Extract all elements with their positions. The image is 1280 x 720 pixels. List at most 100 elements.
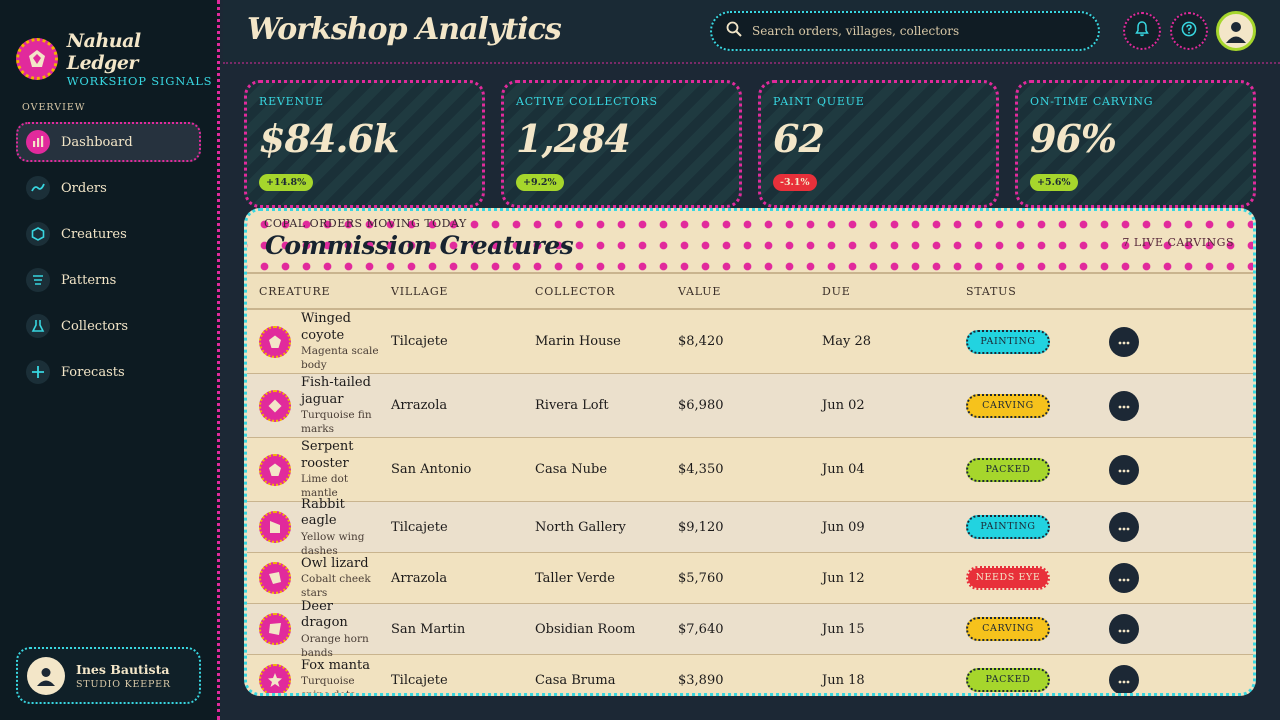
- flask-icon: [26, 314, 50, 338]
- stat-card-on-time-carving: ON-TIME CARVING 96% +5.6%: [1015, 80, 1256, 208]
- user-card[interactable]: Ines Bautista STUDIO KEEPER: [16, 647, 201, 704]
- stat-delta-badge: +14.8%: [259, 174, 314, 191]
- creature-icon: [259, 511, 291, 543]
- top-header: Workshop Analytics: [223, 0, 1280, 64]
- table-row[interactable]: Fish-tailed jaguar Turquoise fin marks A…: [247, 374, 1253, 438]
- village-cell: San Antonio: [391, 462, 472, 477]
- creature-description: Cobalt cheek stars: [301, 573, 371, 600]
- creature-name: Deer dragon: [301, 598, 348, 631]
- panel-kicker: COPAL ORDERS MOVING TODAY: [264, 217, 467, 230]
- brand[interactable]: Nahual Ledger WORKSHOP SIGNALS: [16, 30, 217, 88]
- row-actions-button[interactable]: [1109, 454, 1139, 485]
- column-header-collector[interactable]: COLLECTOR: [535, 285, 678, 298]
- sidebar-item-label: Creatures: [61, 226, 127, 242]
- creature-icon: [259, 664, 291, 693]
- help-button[interactable]: [1170, 12, 1208, 50]
- profile-avatar[interactable]: [1216, 11, 1256, 51]
- stat-value: 96%: [1030, 116, 1117, 161]
- sidebar-item-creatures[interactable]: Creatures: [16, 214, 201, 254]
- help-icon: [1181, 21, 1197, 41]
- creature-icon: [259, 613, 291, 645]
- value-cell: $8,420: [678, 334, 724, 349]
- creature-icon: [259, 389, 291, 422]
- creature-name: Serpent rooster: [301, 439, 354, 471]
- column-header-value[interactable]: VALUE: [678, 285, 822, 298]
- village-cell: Tilcajete: [391, 334, 448, 349]
- table-row[interactable]: Deer dragon Orange horn bands San Martin…: [247, 599, 1253, 659]
- village-cell: Arrazola: [391, 398, 448, 413]
- collector-cell: North Gallery: [535, 519, 626, 535]
- table-row[interactable]: Owl lizard Cobalt cheek stars Arrazola T…: [247, 553, 1253, 604]
- status-badge: PAINTING: [966, 515, 1050, 539]
- creature-name: Fox manta: [301, 657, 371, 673]
- table-row[interactable]: Winged coyote Magenta scale body Tilcaje…: [247, 310, 1253, 374]
- column-header-due[interactable]: DUE: [822, 285, 966, 298]
- column-header-creature[interactable]: CREATURE: [247, 285, 391, 298]
- search-icon: [726, 21, 742, 41]
- column-header-status[interactable]: STATUS: [966, 285, 1109, 298]
- row-actions-button[interactable]: [1109, 563, 1139, 593]
- due-cell: Jun 09: [822, 519, 865, 535]
- sidebar-item-orders[interactable]: Orders: [16, 168, 201, 208]
- table-row[interactable]: Fox manta Turquoise spine dots Tilcajete…: [247, 655, 1253, 693]
- bar-chart-icon: [26, 130, 50, 154]
- plus-icon: [26, 360, 50, 384]
- sidebar-item-label: Forecasts: [61, 364, 125, 380]
- row-actions-button[interactable]: [1109, 390, 1139, 421]
- creature-description: Turquoise fin marks: [301, 409, 372, 435]
- more-dots-icon: [1118, 571, 1130, 586]
- sidebar-item-label: Dashboard: [61, 134, 133, 150]
- value-cell: $3,890: [678, 672, 724, 688]
- creature-name: Owl lizard: [301, 555, 369, 571]
- value-cell: $9,120: [678, 519, 724, 535]
- panel-header: COPAL ORDERS MOVING TODAY Commission Cre…: [247, 211, 1253, 274]
- stat-label: ACTIVE COLLECTORS: [516, 95, 658, 108]
- sidebar-item-patterns[interactable]: Patterns: [16, 260, 201, 300]
- stat-delta-badge: -3.1%: [773, 174, 817, 191]
- live-count: 7 LIVE CARVINGS: [1122, 236, 1234, 249]
- creature-description: Magenta scale body: [301, 345, 379, 371]
- value-cell: $4,350: [678, 462, 724, 477]
- due-cell: Jun 15: [822, 621, 865, 637]
- stat-card-revenue: REVENUE $84.6k +14.8%: [244, 80, 485, 208]
- table-row[interactable]: Rabbit eagle Yellow wing dashes Tilcajet…: [247, 497, 1253, 557]
- village-cell: Tilcajete: [391, 672, 448, 688]
- panel-title: Commission Creatures: [265, 231, 574, 260]
- collector-cell: Marin House: [535, 334, 621, 349]
- table-row[interactable]: Serpent rooster Lime dot mantle San Anto…: [247, 438, 1253, 502]
- more-dots-icon: [1118, 520, 1130, 535]
- status-badge: CARVING: [966, 393, 1050, 418]
- more-dots-icon: [1118, 398, 1130, 413]
- value-cell: $7,640: [678, 621, 724, 637]
- sidebar-item-label: Patterns: [61, 272, 117, 288]
- creature-description: Orange horn bands: [301, 632, 369, 659]
- creature-icon: [259, 453, 291, 486]
- row-actions-button[interactable]: [1109, 512, 1139, 542]
- search-input[interactable]: [752, 24, 1072, 38]
- value-cell: $6,980: [678, 398, 724, 413]
- row-actions-button[interactable]: [1109, 665, 1139, 693]
- due-cell: Jun 04: [822, 462, 865, 477]
- sidebar-item-forecasts[interactable]: Forecasts: [16, 352, 201, 392]
- notifications-button[interactable]: [1123, 12, 1161, 50]
- user-role: STUDIO KEEPER: [76, 678, 171, 690]
- village-cell: Arrazola: [391, 570, 448, 586]
- avatar: [27, 656, 65, 695]
- stat-label: ON-TIME CARVING: [1030, 95, 1154, 108]
- creature-name: Winged coyote: [301, 311, 352, 343]
- sidebar-item-dashboard[interactable]: Dashboard: [16, 122, 201, 162]
- nav-section-label: OVERVIEW: [22, 102, 86, 113]
- row-actions-button[interactable]: [1109, 614, 1139, 644]
- more-dots-icon: [1118, 622, 1130, 637]
- status-badge: PAINTING: [966, 329, 1050, 354]
- sidebar-nav: Dashboard Orders Creatures Patterns Coll…: [16, 122, 201, 398]
- stat-value: 62: [773, 116, 825, 161]
- column-header-village[interactable]: VILLAGE: [391, 285, 535, 298]
- collector-cell: Casa Nube: [535, 462, 608, 477]
- row-actions-button[interactable]: [1109, 326, 1139, 357]
- village-cell: Tilcajete: [391, 519, 448, 535]
- search-box[interactable]: [710, 11, 1100, 51]
- bell-icon: [1135, 21, 1149, 41]
- status-badge: PACKED: [966, 668, 1050, 692]
- sidebar-item-collectors[interactable]: Collectors: [16, 306, 201, 346]
